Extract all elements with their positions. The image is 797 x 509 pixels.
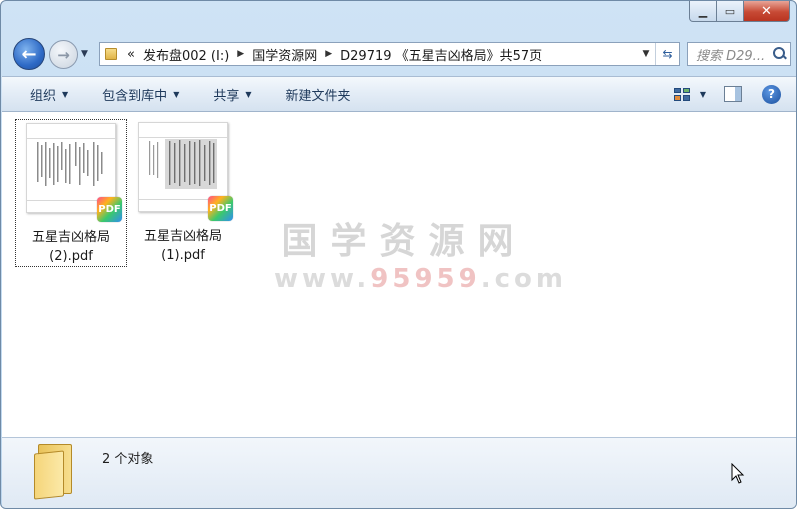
view-options-dropdown[interactable]: ▼ (700, 90, 706, 99)
chevron-right-icon[interactable]: ▶ (233, 49, 248, 59)
details-pane: 2 个对象 (2, 437, 796, 508)
caption-buttons: ▁ ▭ ✕ (689, 1, 790, 22)
caret-down-icon: ▼ (245, 89, 252, 99)
address-bar[interactable]: « 发布盘002 (I:) ▶ 国学资源网 ▶ D29719 《五星吉凶格局》共… (99, 42, 680, 66)
new-folder-label: 新建文件夹 (285, 88, 351, 104)
command-bar: 组织 ▼ 包含到库中 ▼ 共享 ▼ 新建文件夹 ▼ ? (2, 76, 796, 112)
minimize-button[interactable]: ▁ (689, 1, 717, 22)
share-label: 共享 (213, 88, 240, 104)
search-icon[interactable] (770, 44, 790, 64)
file-list-pane[interactable]: 国学资源网 www.95959.com PDF 五星吉凶格局 (2).pdf P… (2, 112, 796, 437)
new-folder-button[interactable]: 新建文件夹 (276, 77, 361, 111)
caret-down-icon: ▼ (173, 89, 180, 99)
watermark: 国学资源网 www.95959.com (274, 220, 567, 294)
file-item[interactable]: PDF 五星吉凶格局 (2).pdf (15, 119, 127, 267)
organize-label: 组织 (30, 88, 57, 104)
breadcrumb-current[interactable]: D29719 《五星吉凶格局》共57页 (336, 45, 546, 64)
file-name: 五星吉凶格局 (1).pdf (143, 229, 222, 263)
include-library-label: 包含到库中 (102, 88, 168, 104)
pdf-icon: PDF (97, 197, 122, 222)
refresh-icon[interactable]: ⇆ (655, 43, 679, 65)
chevron-right-icon[interactable]: ▶ (321, 49, 336, 59)
watermark-title: 国学资源网 (281, 221, 527, 262)
scanned-page-image (37, 142, 103, 186)
share-button[interactable]: 共享 ▼ (203, 77, 261, 111)
preview-pane-icon[interactable] (724, 86, 742, 102)
back-button[interactable]: ← (13, 38, 45, 70)
maximize-button[interactable]: ▭ (717, 1, 744, 22)
scanned-page-image (149, 139, 217, 189)
file-name: 五星吉凶格局 (2).pdf (31, 230, 110, 264)
arrow-right-icon: → (57, 45, 70, 64)
close-button[interactable]: ✕ (744, 1, 790, 22)
organize-button[interactable]: 组织 ▼ (20, 77, 78, 111)
pdf-icon: PDF (208, 196, 233, 221)
caret-down-icon: ▼ (62, 89, 69, 99)
include-in-library-button[interactable]: 包含到库中 ▼ (92, 77, 189, 111)
breadcrumb-overflow[interactable]: « (123, 47, 139, 62)
watermark-url: www.95959.com (274, 264, 567, 294)
search-box[interactable]: 搜索 D29... (687, 42, 791, 66)
folder-icon (34, 444, 74, 500)
folder-icon (105, 48, 117, 60)
help-icon[interactable]: ? (762, 84, 781, 104)
forward-button[interactable]: → (49, 40, 78, 69)
breadcrumb-folder[interactable]: 国学资源网 (248, 45, 321, 64)
recent-pages-dropdown[interactable]: ▼ (81, 49, 88, 59)
mouse-cursor-icon (731, 463, 745, 484)
arrow-left-icon: ← (21, 43, 37, 65)
view-controls: ▼ ? (666, 77, 796, 111)
explorer-window: ▁ ▭ ✕ ← → ▼ « 发布盘002 (I:) ▶ 国学资源网 ▶ D297… (0, 0, 797, 509)
breadcrumb-drive[interactable]: 发布盘002 (I:) (139, 45, 233, 64)
address-dropdown-icon[interactable]: ▼ (637, 49, 655, 59)
file-item[interactable]: PDF 五星吉凶格局 (1).pdf (127, 119, 239, 267)
change-view-icon[interactable] (673, 87, 690, 101)
item-count: 2 个对象 (102, 452, 154, 467)
search-input[interactable]: 搜索 D29... (688, 45, 770, 64)
